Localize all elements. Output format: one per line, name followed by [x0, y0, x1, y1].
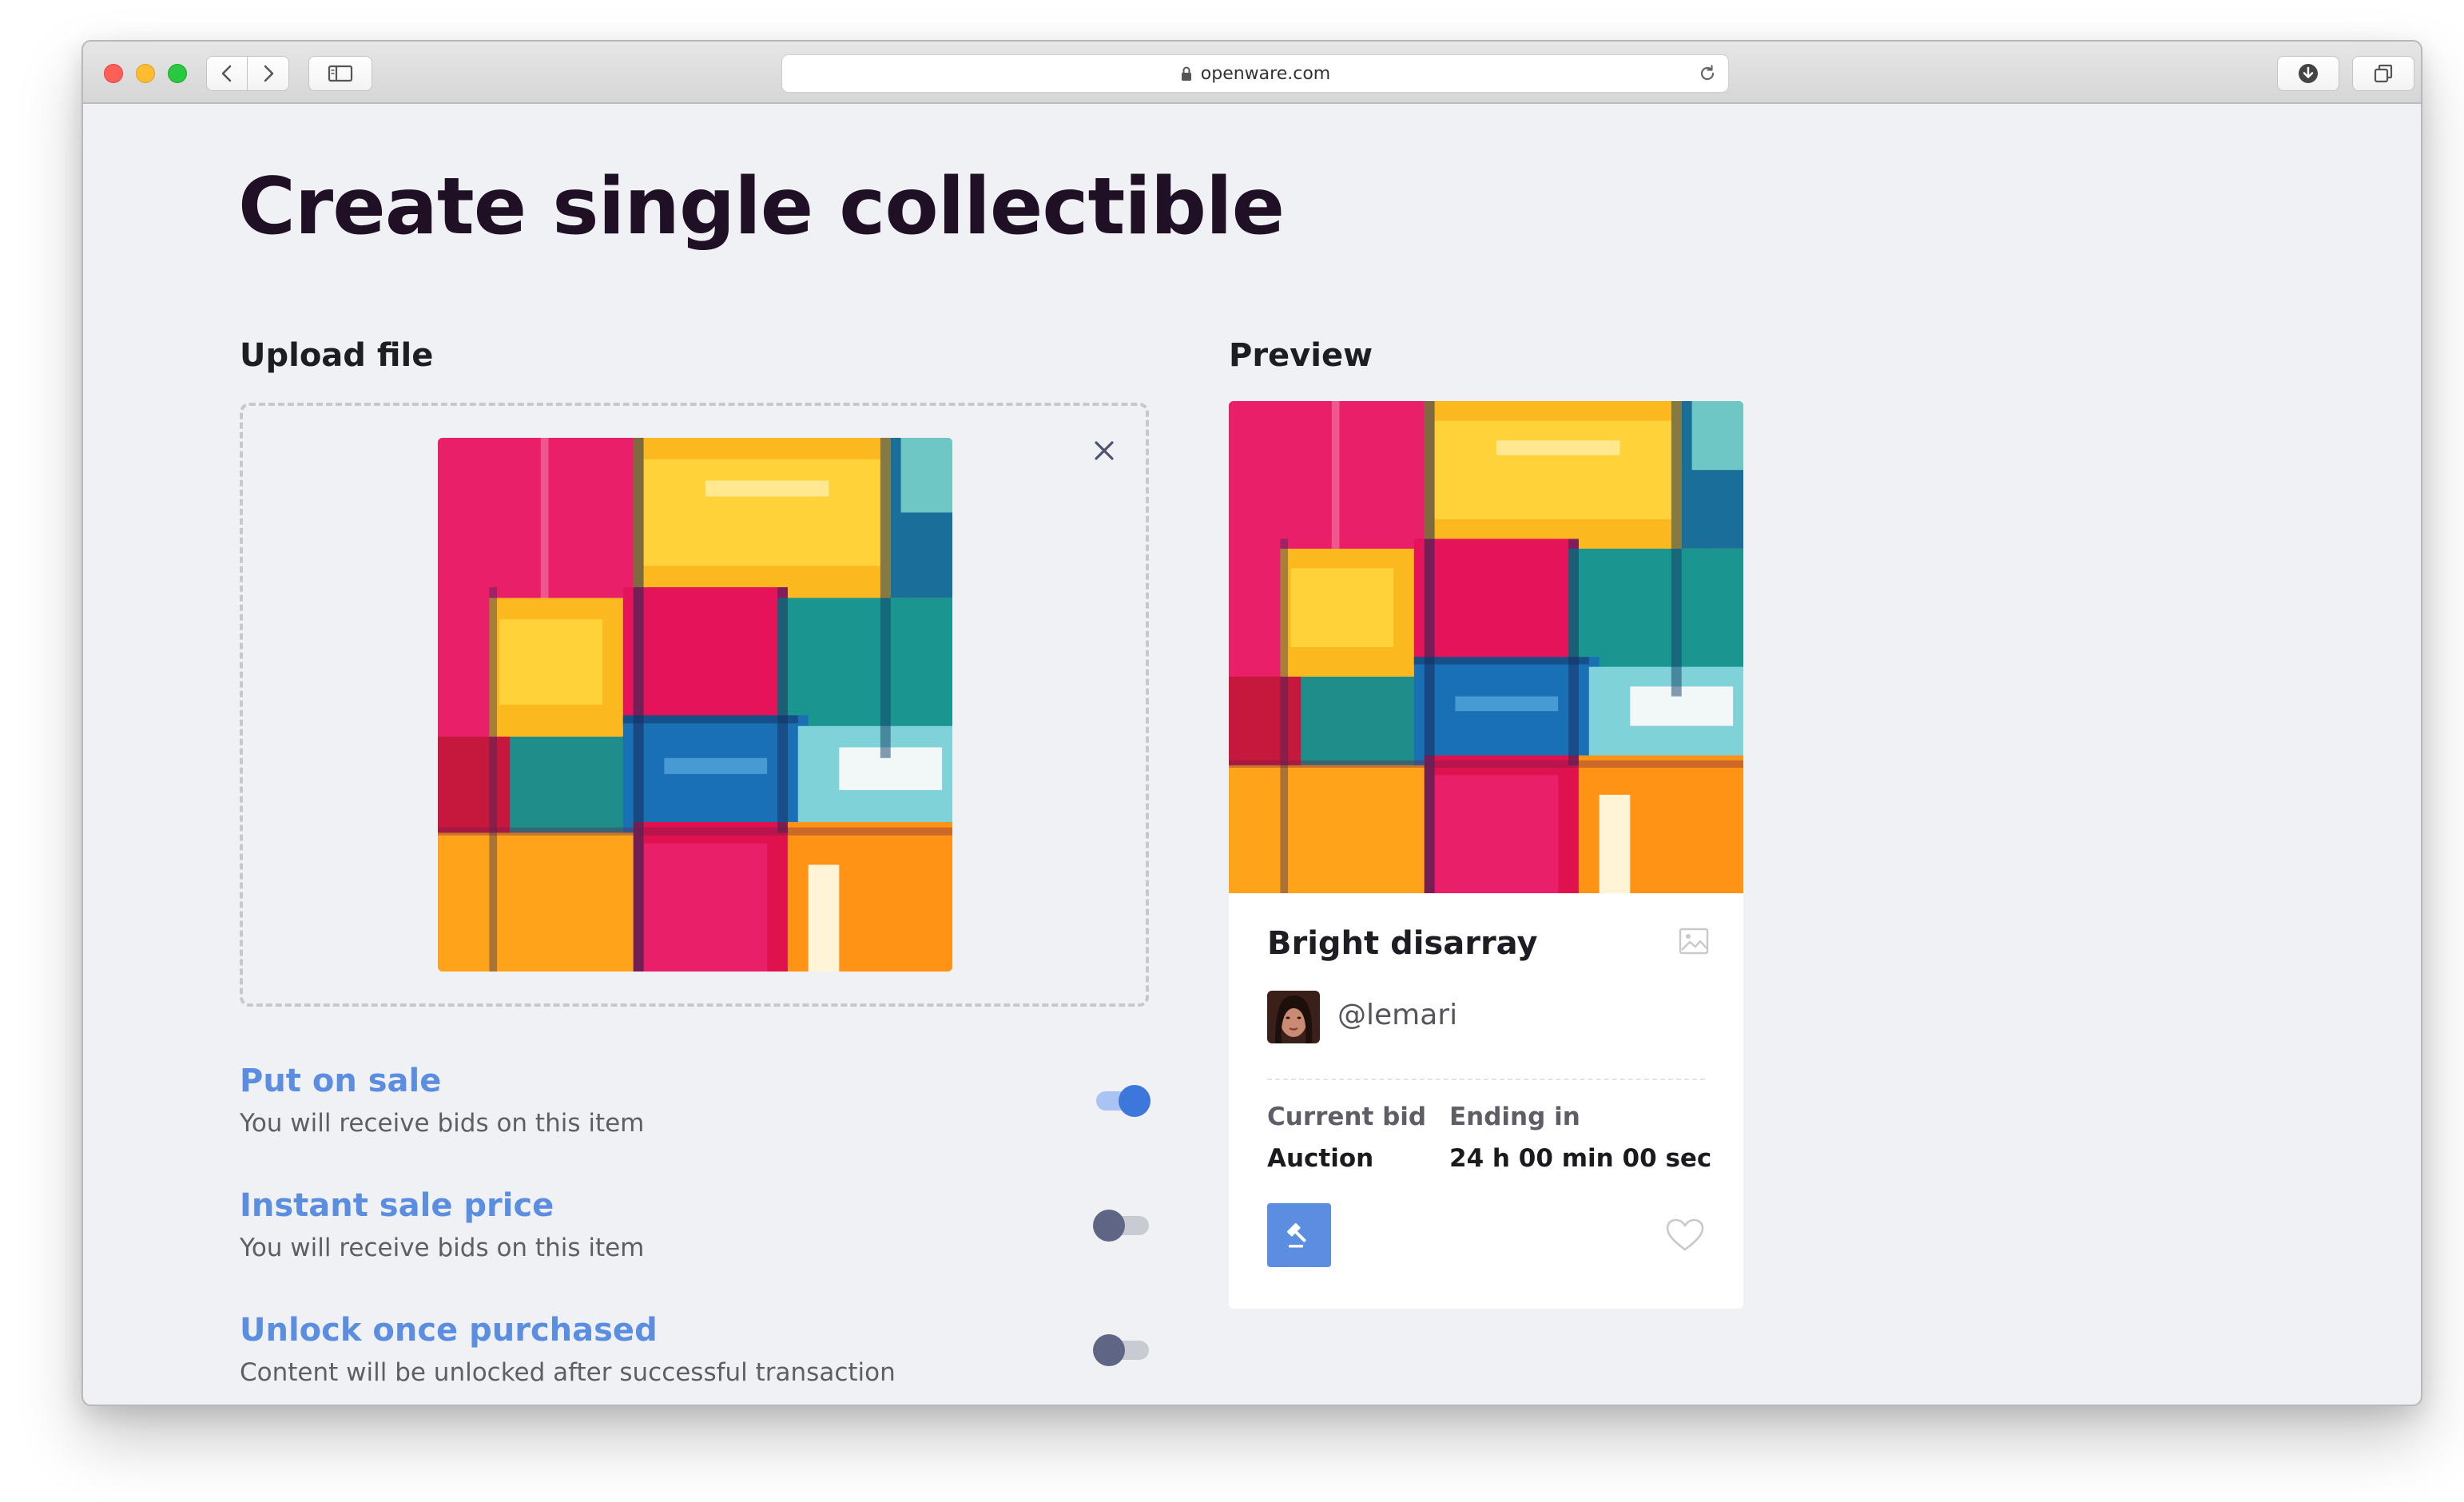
like-button[interactable] [1665, 1218, 1705, 1256]
upload-dropzone[interactable] [240, 403, 1149, 1007]
card-title: Bright disarray [1267, 925, 1538, 962]
close-window-button[interactable] [104, 64, 123, 83]
creator-handle[interactable]: @lemari [1337, 999, 1457, 1031]
instant-sale-price-toggle[interactable] [1093, 1208, 1151, 1243]
tab-overview-button[interactable] [2352, 56, 2414, 91]
toggle-knob [1119, 1085, 1151, 1117]
card-divider [1267, 1079, 1705, 1080]
download-icon [2299, 64, 2318, 83]
place-bid-button[interactable] [1267, 1203, 1331, 1267]
option-put-on-sale: Put on sale You will receive bids on thi… [240, 1063, 1151, 1150]
option-title: Put on sale [240, 1063, 442, 1099]
option-title: Unlock once purchased [240, 1312, 658, 1349]
current-bid-value: Auction [1267, 1144, 1374, 1173]
ending-in-label: Ending in [1449, 1103, 1580, 1131]
tabs-icon [2374, 64, 2393, 83]
browser-window: openware.com Create single collectible U… [81, 40, 2422, 1406]
toggle-knob [1093, 1210, 1125, 1242]
close-icon [1095, 441, 1114, 460]
option-title: Instant sale price [240, 1187, 554, 1224]
uploaded-image [438, 438, 952, 972]
lock-icon [1180, 66, 1193, 81]
option-description: You will receive bids on this item [240, 1234, 645, 1262]
forward-button[interactable] [248, 56, 289, 91]
current-bid-label: Current bid [1267, 1103, 1427, 1131]
downloads-button[interactable] [2277, 56, 2339, 91]
toggle-knob [1093, 1334, 1125, 1366]
page-title: Create single collectible [238, 161, 1285, 252]
image-icon [1678, 925, 1710, 960]
title-bar: openware.com [83, 42, 2421, 104]
minimize-window-button[interactable] [136, 64, 155, 83]
preview-card: Bright disarray @lemari Current bid Endi… [1229, 401, 1743, 1309]
address-bar[interactable]: openware.com [781, 54, 1729, 93]
put-on-sale-toggle[interactable] [1093, 1083, 1151, 1119]
auction-hammer-icon [1287, 1223, 1306, 1248]
heart-icon [1666, 1218, 1704, 1251]
sidebar-icon [328, 65, 353, 82]
reload-icon[interactable] [1698, 64, 1717, 88]
chevron-right-icon [264, 65, 273, 82]
option-description: Content will be unlocked after successfu… [240, 1358, 896, 1387]
avatar[interactable] [1267, 991, 1320, 1043]
card-image [1229, 401, 1743, 893]
back-button[interactable] [206, 56, 248, 91]
ending-in-value: 24 h 00 min 00 sec [1449, 1144, 1712, 1173]
zoom-window-button[interactable] [168, 64, 187, 83]
option-unlock-once-purchased: Unlock once purchased Content will be un… [240, 1312, 1151, 1400]
chevron-left-icon [221, 65, 232, 82]
option-instant-sale-price: Instant sale price You will receive bids… [240, 1187, 1151, 1275]
unlock-once-purchased-toggle[interactable] [1093, 1333, 1151, 1368]
upload-label: Upload file [240, 337, 434, 374]
sidebar-toggle-button[interactable] [308, 56, 372, 91]
remove-file-button[interactable] [1088, 435, 1120, 467]
option-description: You will receive bids on this item [240, 1109, 645, 1138]
url-text: openware.com [1200, 63, 1331, 84]
preview-label: Preview [1229, 337, 1373, 374]
